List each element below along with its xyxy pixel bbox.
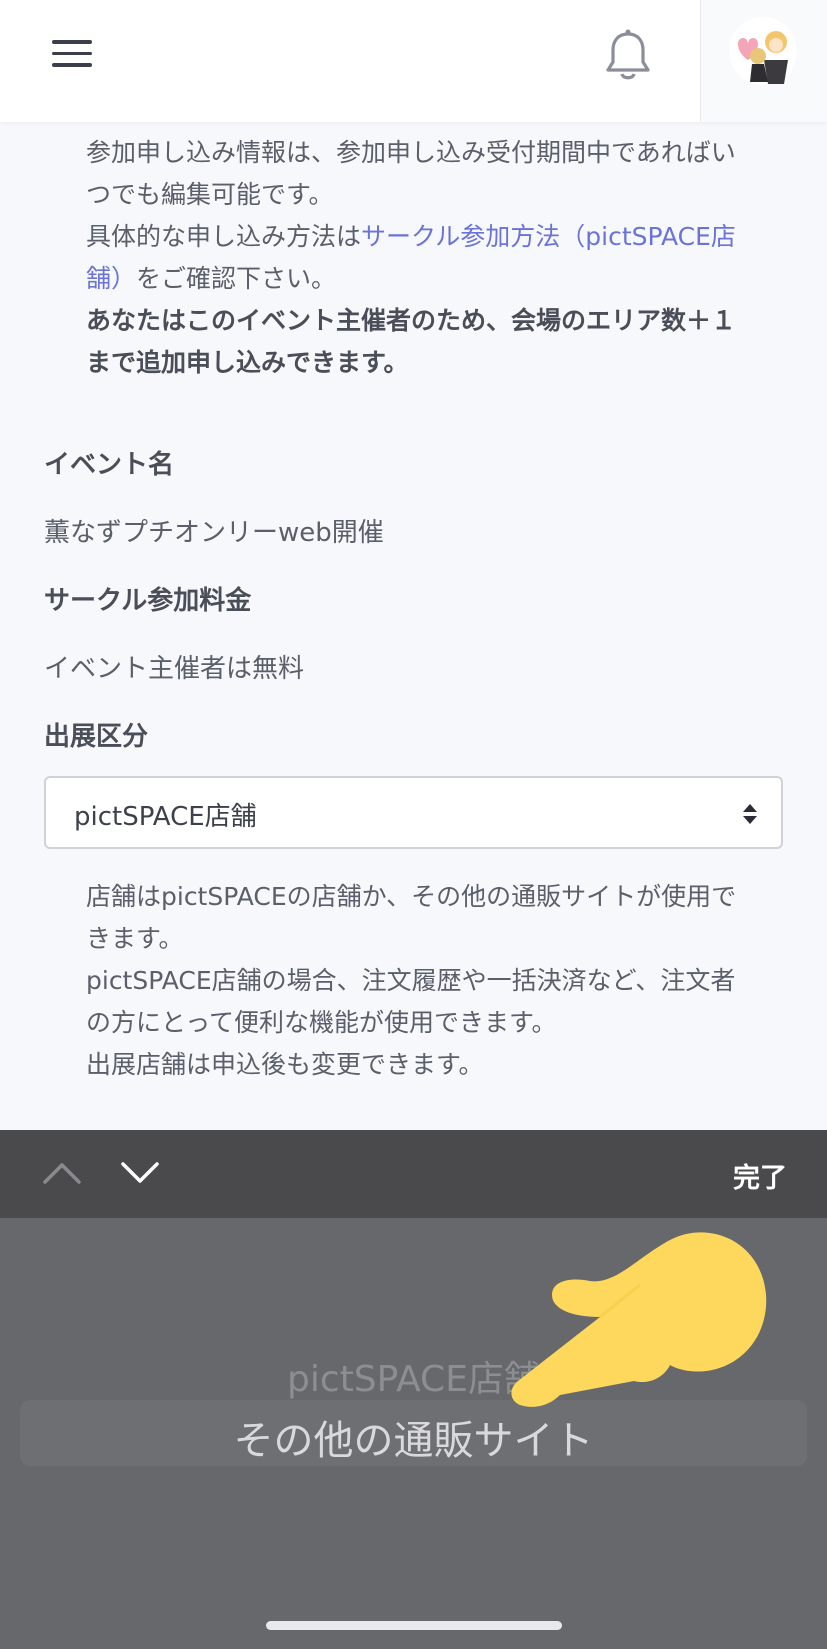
chevron-down-icon[interactable] bbox=[120, 1160, 160, 1186]
store-note-line2: pictSPACE店舗の場合、注文履歴や一括決済など、注文者の方にとって便利な機… bbox=[86, 966, 736, 1037]
method-suffix-text: をご確認下さい。 bbox=[136, 264, 337, 293]
done-button[interactable]: 完了 bbox=[733, 1156, 787, 1195]
chevron-up-icon[interactable] bbox=[42, 1160, 82, 1186]
event-name-value: 薫なずプチオンリーweb開催 bbox=[44, 518, 384, 548]
home-indicator bbox=[266, 1621, 562, 1630]
select-arrows-icon bbox=[743, 804, 757, 824]
menu-bar bbox=[52, 40, 92, 44]
pointing-hand-icon bbox=[511, 1232, 767, 1407]
avatar-button[interactable] bbox=[700, 0, 827, 122]
avatar bbox=[729, 17, 797, 85]
store-note-line1: 店舗はpictSPACEの店舗か、その他の通販サイトが使用できます。 bbox=[86, 882, 737, 953]
app-header bbox=[0, 0, 827, 122]
fee-label: サークル参加料金 bbox=[44, 586, 252, 616]
menu-bar bbox=[52, 51, 92, 55]
category-select-value: pictSPACE店舗 bbox=[74, 802, 257, 832]
event-name-label: イベント名 bbox=[44, 450, 175, 480]
notification-bell-icon[interactable] bbox=[602, 28, 654, 84]
hamburger-menu-button[interactable] bbox=[52, 40, 92, 70]
organizer-notice: あなたはこのイベント主催者のため、会場のエリア数＋１まで追加申し込みできます。 bbox=[86, 306, 737, 377]
category-label: 出展区分 bbox=[44, 722, 149, 752]
category-select[interactable]: pictSPACE店舗 bbox=[44, 776, 783, 849]
store-note-line3: 出展店舗は申込後も変更できます。 bbox=[86, 1050, 484, 1079]
edit-info-note: 参加申し込み情報は、参加申し込み受付期間中であればいつでも編集可能です。 具体的… bbox=[86, 132, 746, 384]
menu-bar bbox=[52, 63, 92, 67]
fee-value: イベント主催者は無料 bbox=[44, 654, 305, 684]
keyboard-toolbar: 完了 bbox=[0, 1130, 827, 1218]
method-prefix-text: 具体的な申し込み方法は bbox=[86, 222, 362, 251]
store-note: 店舗はpictSPACEの店舗か、その他の通販サイトが使用できます。 pictS… bbox=[86, 876, 746, 1086]
edit-info-text: 参加申し込み情報は、参加申し込み受付期間中であればいつでも編集可能です。 bbox=[86, 138, 736, 209]
